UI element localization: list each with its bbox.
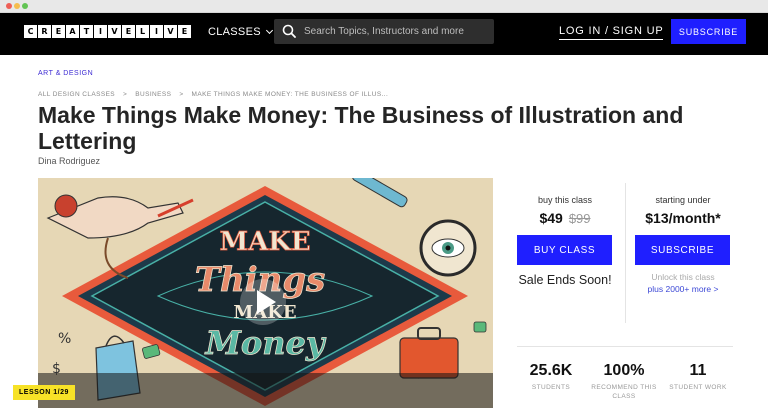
logo-letter: V bbox=[108, 25, 121, 38]
classes-label: CLASSES bbox=[208, 26, 261, 38]
search-box[interactable] bbox=[274, 19, 494, 44]
site-header: CREATIVELIVE CLASSES LOG IN / SIGN UP SU… bbox=[0, 13, 768, 55]
logo-letter: I bbox=[150, 25, 163, 38]
logo-letter: T bbox=[80, 25, 93, 38]
logo-letter: E bbox=[178, 25, 191, 38]
header-subscribe-button[interactable]: SUBSCRIBE bbox=[671, 19, 746, 44]
breadcrumb-item-business[interactable]: BUSINESS bbox=[135, 91, 171, 98]
stats-divider bbox=[517, 346, 733, 347]
svg-text:%: % bbox=[58, 331, 71, 347]
logo-letter: E bbox=[52, 25, 65, 38]
original-price: $99 bbox=[568, 211, 591, 226]
subscribe-label: starting under bbox=[655, 195, 711, 205]
subscribe-panel: starting under $13/month* SUBSCRIBE Unlo… bbox=[635, 195, 731, 294]
search-icon bbox=[282, 24, 296, 38]
logo-letter: E bbox=[122, 25, 135, 38]
breadcrumb-item-current: MAKE THINGS MAKE MONEY: THE BUSINESS OF … bbox=[191, 91, 389, 98]
stat-value: 25.6K bbox=[529, 362, 573, 379]
sale-ends-text: Sale Ends Soon! bbox=[518, 273, 612, 287]
art-word-make: MAKE bbox=[219, 227, 310, 257]
logo-letter: A bbox=[66, 25, 79, 38]
breadcrumb-separator: > bbox=[123, 91, 128, 98]
stat-label: STUDENTS bbox=[531, 384, 571, 391]
logo-letter: L bbox=[136, 25, 149, 38]
current-price: $49 bbox=[539, 210, 563, 226]
close-window-dot[interactable] bbox=[6, 3, 12, 9]
stat-value: 100% bbox=[603, 362, 645, 379]
chevron-down-icon bbox=[265, 26, 273, 35]
buy-class-button[interactable]: BUY CLASS bbox=[517, 235, 612, 265]
stat-label: RECOMMEND THIS CLASS bbox=[591, 384, 657, 400]
logo-letter: R bbox=[38, 25, 51, 38]
stat-students: 25.6K STUDENTS bbox=[516, 362, 586, 392]
course-title: Make Things Make Money: The Business of … bbox=[38, 102, 684, 154]
logo-letter: I bbox=[94, 25, 107, 38]
video-progress-bar bbox=[38, 373, 493, 408]
subscribe-button[interactable]: SUBSCRIBE bbox=[635, 235, 730, 265]
lesson-badge: LESSON 1/29 bbox=[13, 385, 75, 400]
instructor-name[interactable]: Dina Rodriguez bbox=[38, 156, 100, 166]
category-link[interactable]: ART & DESIGN bbox=[38, 70, 93, 77]
buy-class-panel: buy this class $49 $99 BUY CLASS Sale End… bbox=[517, 195, 613, 288]
pricing-divider bbox=[625, 183, 626, 323]
breadcrumb: ALL DESIGN CLASSES > BUSINESS > MAKE THI… bbox=[38, 91, 388, 98]
classes-menu-button[interactable]: CLASSES bbox=[208, 26, 273, 38]
stat-student-work: 11 STUDENT WORK bbox=[663, 362, 733, 392]
logo-letter: C bbox=[24, 25, 37, 38]
creativelive-logo[interactable]: CREATIVELIVE bbox=[24, 25, 191, 38]
stat-label: STUDENT WORK bbox=[669, 384, 727, 391]
more-classes-link[interactable]: plus 2000+ more > bbox=[635, 284, 731, 294]
maximize-window-dot[interactable] bbox=[22, 3, 28, 9]
class-price: $49 $99 bbox=[517, 210, 613, 226]
stat-value: 11 bbox=[689, 362, 707, 379]
play-icon[interactable] bbox=[257, 290, 276, 314]
stat-recommend: 100% RECOMMEND THIS CLASS bbox=[589, 362, 659, 401]
unlock-text: Unlock this class bbox=[651, 272, 715, 282]
buy-class-label: buy this class bbox=[537, 195, 593, 205]
subscription-price: $13/month* bbox=[645, 210, 721, 226]
logo-letter: V bbox=[164, 25, 177, 38]
login-signup-link[interactable]: LOG IN / SIGN UP bbox=[559, 25, 664, 40]
breadcrumb-item-design-classes[interactable]: ALL DESIGN CLASSES bbox=[38, 91, 115, 98]
search-input[interactable] bbox=[304, 23, 486, 40]
breadcrumb-separator: > bbox=[179, 91, 184, 98]
minimize-window-dot[interactable] bbox=[14, 3, 20, 9]
art-word-money: Money bbox=[205, 324, 327, 362]
browser-chrome bbox=[0, 0, 768, 13]
